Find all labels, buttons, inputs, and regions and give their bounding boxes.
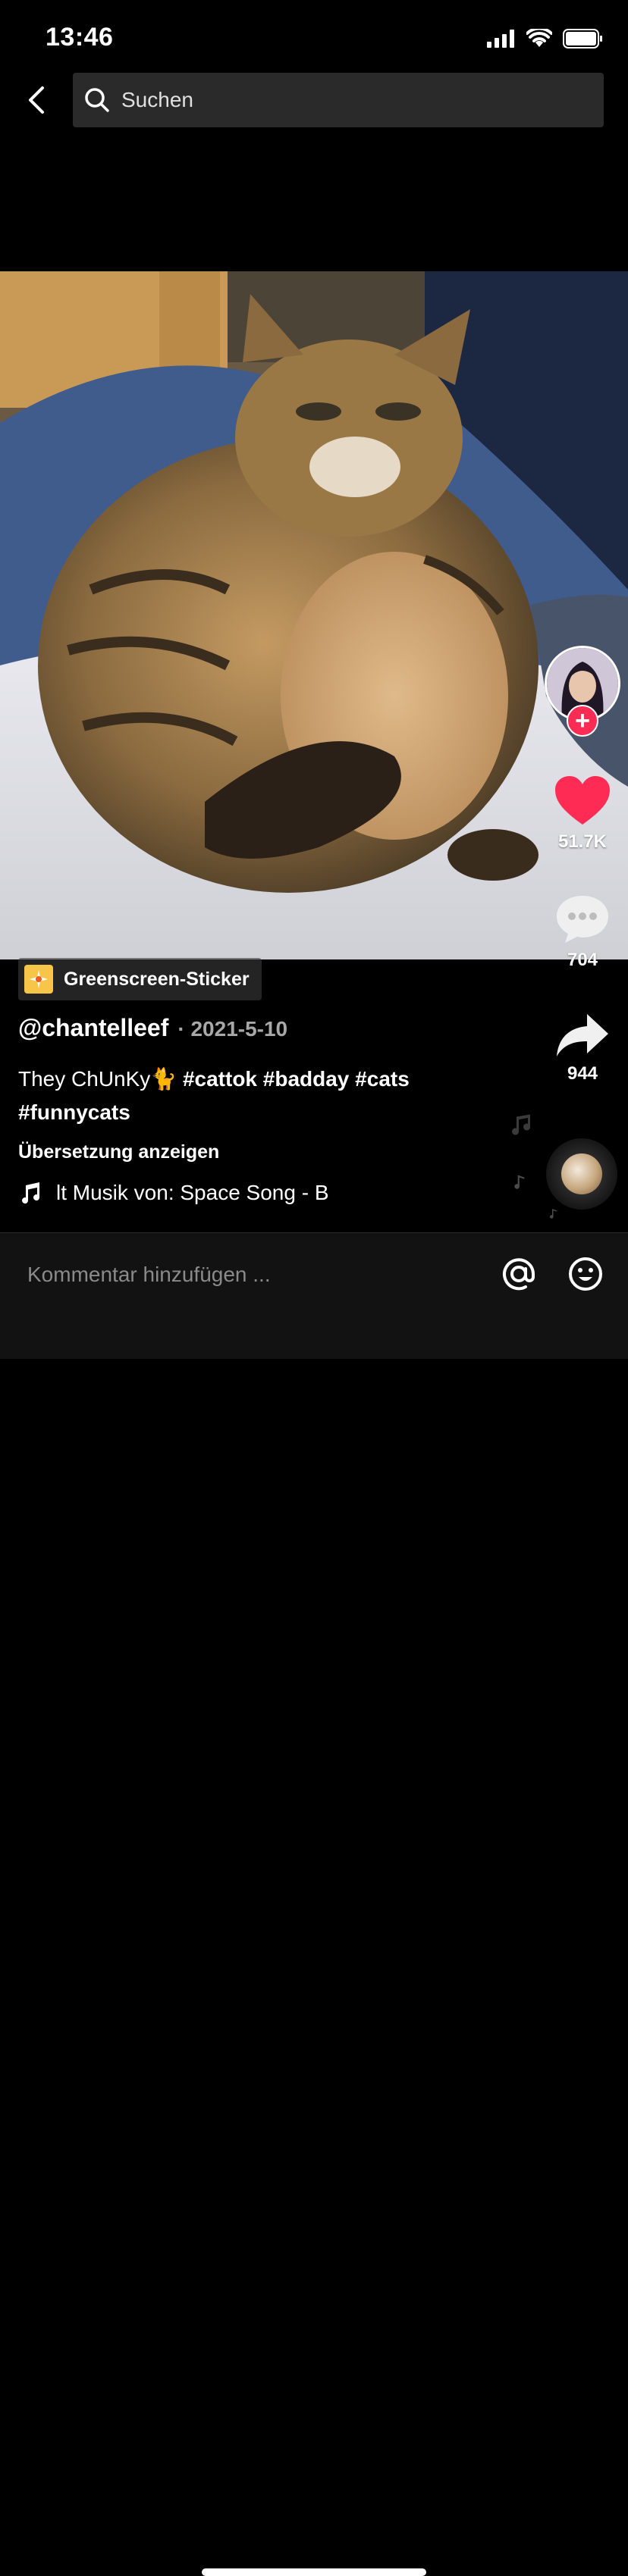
caption-emoji: 🐈 [150, 1067, 177, 1091]
caption-text: They ChUnKy [18, 1067, 151, 1091]
back-button[interactable] [18, 77, 55, 123]
status-time: 13:46 [46, 23, 114, 52]
home-indicator [202, 2568, 426, 2576]
smiley-icon [569, 1257, 602, 1291]
emoji-button[interactable] [567, 1256, 604, 1292]
author-avatar-group: + [537, 646, 628, 737]
search-icon [83, 86, 111, 114]
hashtag[interactable]: #badday [263, 1067, 350, 1091]
share-button[interactable]: 944 [537, 1013, 628, 1085]
share-count: 944 [567, 1063, 598, 1084]
mention-button[interactable] [501, 1256, 537, 1292]
hashtag[interactable]: #cats [355, 1067, 410, 1091]
comment-bar [0, 1232, 628, 2576]
comment-input[interactable] [26, 1253, 454, 1297]
comment-count: 704 [567, 950, 598, 970]
music-note-icon [22, 1182, 40, 1204]
status-bar: 13:46 [0, 0, 628, 73]
author-username[interactable]: @chantelleef [18, 1014, 168, 1042]
music-note-icon [514, 1175, 525, 1189]
search-box[interactable] [73, 73, 604, 127]
music-note-icon [512, 1114, 531, 1135]
at-sign-icon [503, 1258, 535, 1291]
share-arrow-icon [557, 1014, 608, 1056]
show-translation-link[interactable]: Übersetzung anzeigen [18, 1141, 219, 1163]
like-button[interactable]: 51.7K [537, 775, 628, 853]
status-icons [487, 27, 604, 50]
sparkle-icon [24, 965, 53, 994]
music-disc-cover [561, 1153, 602, 1194]
author-line: @chantelleef · 2021-5-10 [18, 1014, 287, 1042]
battery-icon [563, 29, 602, 49]
music-disc-button[interactable] [546, 1138, 617, 1210]
sticker-label: Greenscreen-Sticker [64, 968, 250, 990]
top-nav [0, 73, 628, 127]
music-line[interactable]: lt Musik von: Space Song - B [18, 1181, 337, 1205]
video-frame-image [0, 271, 628, 959]
post-caption: They ChUnKy🐈 #cattok #badday #cats #funn… [18, 1063, 473, 1129]
video-player[interactable] [0, 271, 628, 959]
music-note-icon [550, 1209, 557, 1219]
music-title: lt Musik von: Space Song - B [56, 1181, 329, 1204]
follow-plus-button[interactable]: + [567, 705, 598, 737]
search-input[interactable] [120, 87, 578, 113]
hashtag[interactable]: #cattok [183, 1067, 257, 1091]
comment-button[interactable]: 704 [537, 893, 628, 971]
cellular-signal-icon [487, 30, 514, 48]
wifi-icon [526, 29, 552, 47]
heart-icon [555, 776, 610, 825]
chevron-left-icon [29, 86, 44, 114]
like-count: 51.7K [557, 831, 608, 852]
hashtag[interactable]: #funnycats [18, 1100, 130, 1124]
post-date: · 2021-5-10 [177, 1017, 288, 1041]
comment-bubble-icon [557, 896, 608, 943]
greenscreen-sticker-tag[interactable]: Greenscreen-Sticker [18, 958, 262, 1000]
